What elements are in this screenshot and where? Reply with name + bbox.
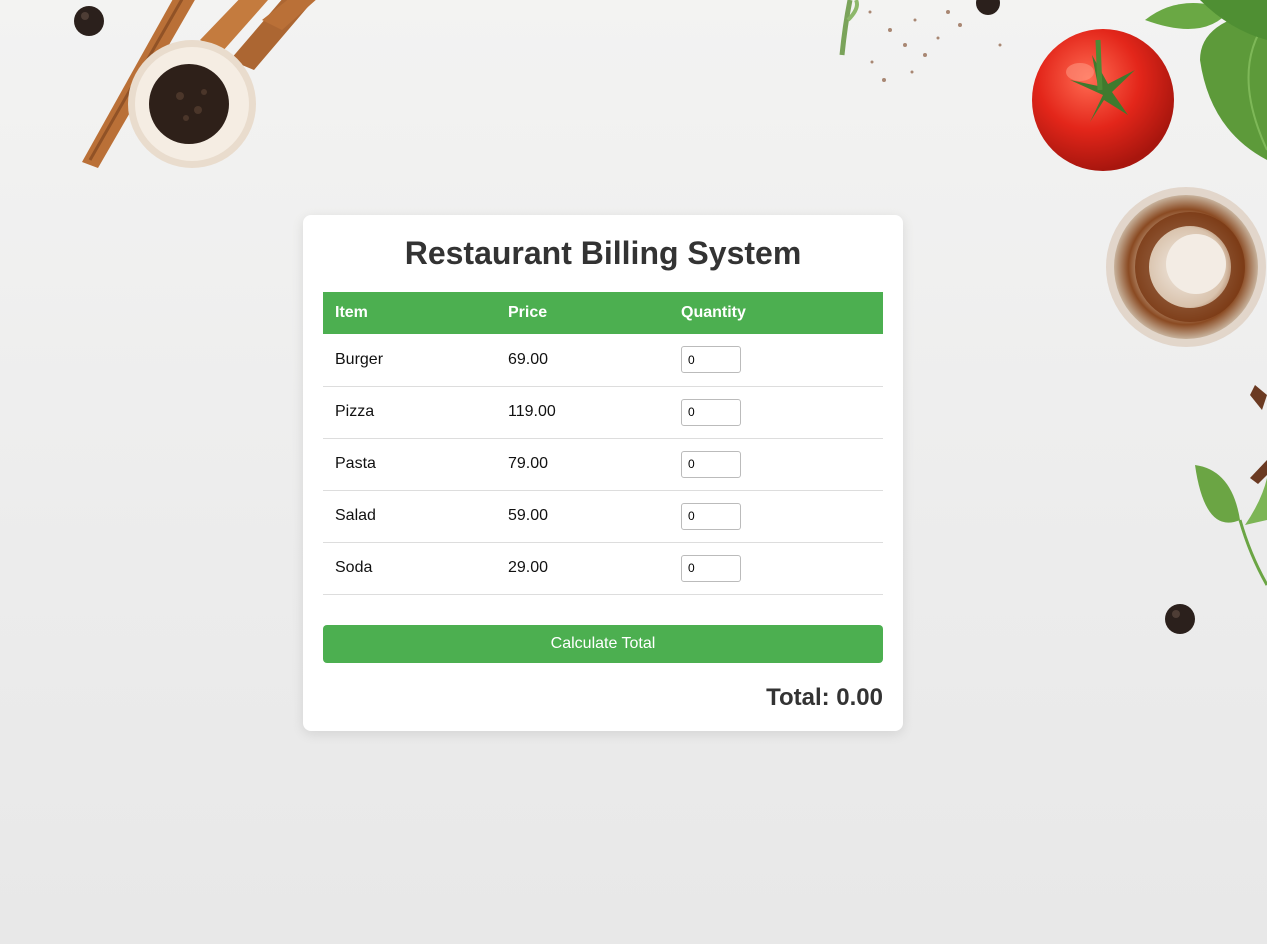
pepper-bowl: [128, 40, 256, 168]
item-price: 69.00: [496, 334, 669, 387]
menu-table: Item Price Quantity Burger 69.00 Pizza 1…: [323, 292, 883, 595]
header-item: Item: [323, 292, 496, 334]
page-title: Restaurant Billing System: [404, 235, 802, 271]
item-name: Soda: [323, 542, 496, 595]
quantity-cell: [669, 542, 883, 595]
quantity-cell: [669, 438, 883, 491]
table-row: Pizza 119.00: [323, 386, 883, 439]
item-price: 79.00: [496, 438, 669, 491]
star-anise: [1250, 385, 1267, 484]
peppercorn: [74, 6, 104, 36]
quantity-input-soda[interactable]: [681, 554, 741, 582]
quantity-cell: [669, 490, 883, 543]
billing-card: Restaurant Billing System Item Price Qua…: [303, 215, 903, 731]
quantity-input-pizza[interactable]: [681, 398, 741, 426]
total-label: Total:: [766, 683, 830, 711]
calculate-total-button[interactable]: Calculate Total: [323, 624, 883, 663]
total-value: 0.00: [836, 683, 883, 711]
quantity-cell: [669, 386, 883, 439]
total-display: Total: 0.00: [323, 684, 883, 712]
quantity-input-pasta[interactable]: [681, 450, 741, 478]
table-row: Soda 29.00: [323, 542, 883, 595]
item-price: 29.00: [496, 542, 669, 595]
tomato: [1032, 29, 1174, 171]
header-quantity: Quantity: [669, 292, 883, 334]
quantity-input-burger[interactable]: [681, 346, 741, 374]
basil-leaves: [1145, 0, 1267, 586]
peppercorn: [976, 0, 1000, 15]
item-name: Burger: [323, 334, 496, 387]
item-name: Pasta: [323, 438, 496, 491]
quantity-cell: [669, 334, 883, 387]
item-name: Salad: [323, 490, 496, 543]
quantity-input-salad[interactable]: [681, 502, 741, 530]
table-header-row: Item Price Quantity: [323, 292, 883, 334]
item-name: Pizza: [323, 386, 496, 439]
peppercorn: [1165, 604, 1195, 634]
sauce-bowl: [1106, 187, 1266, 347]
table-row: Salad 59.00: [323, 490, 883, 543]
cinnamon-sticks: [82, 0, 316, 168]
table-row: Pasta 79.00: [323, 438, 883, 491]
header-price: Price: [496, 292, 669, 334]
item-price: 119.00: [496, 386, 669, 439]
table-row: Burger 69.00: [323, 334, 883, 387]
item-price: 59.00: [496, 490, 669, 543]
